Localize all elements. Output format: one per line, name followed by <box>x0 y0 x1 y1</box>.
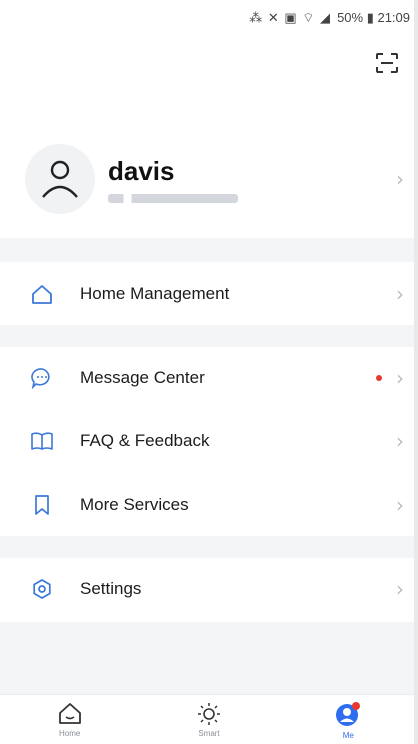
menu-label: Message Center <box>80 368 205 387</box>
account-id-blurred <box>108 193 238 203</box>
section-divider <box>0 325 418 347</box>
chevron-right-icon: › <box>396 366 404 390</box>
chat-bubble-icon <box>30 366 54 390</box>
home-icon <box>30 282 54 306</box>
menu-item-faq-feedback[interactable]: FAQ & Feedback › <box>0 410 418 472</box>
status-bar: ⁂ ✕ ▣ ⌔ ◢ 50% ▮ 21:09 <box>0 0 418 36</box>
sun-icon <box>197 703 220 725</box>
home-outline-icon <box>58 703 81 724</box>
section-divider <box>0 536 418 558</box>
tab-label: Smart <box>198 729 220 738</box>
notification-dot <box>376 375 382 381</box>
section-divider <box>0 238 418 262</box>
battery-time: 50% ▮ 21:09 <box>337 10 410 25</box>
tab-me[interactable]: Me <box>303 701 393 740</box>
profile-filled-icon <box>336 702 361 726</box>
menu-label: Home Management <box>80 284 230 303</box>
username: davis <box>108 155 175 186</box>
profile-card[interactable]: davis › <box>0 120 418 238</box>
menu-item-more-services[interactable]: More Services › <box>0 474 418 536</box>
scan-icon <box>376 53 398 73</box>
tab-home[interactable]: Home <box>25 701 115 738</box>
tab-label: Me <box>342 731 354 740</box>
chevron-right-icon: › <box>396 493 404 517</box>
book-icon <box>30 429 54 453</box>
tab-label: Home <box>58 729 81 738</box>
avatar <box>25 144 95 214</box>
menu-label: Settings <box>80 579 142 598</box>
menu-item-message-center[interactable]: Message Center › <box>0 347 418 409</box>
chevron-right-icon: › <box>396 167 404 191</box>
chevron-right-icon: › <box>396 429 404 453</box>
screen-edge <box>414 0 418 744</box>
user-icon <box>42 160 78 198</box>
bottom-tab-bar: Home Smart Me <box>0 694 418 744</box>
menu-item-home-management[interactable]: Home Management › <box>0 263 418 325</box>
chevron-right-icon: › <box>396 282 404 306</box>
settings-gear-icon <box>30 577 54 601</box>
empty-area <box>0 622 418 694</box>
menu-label: More Services <box>80 495 189 514</box>
tab-smart[interactable]: Smart <box>164 701 254 738</box>
chevron-right-icon: › <box>396 577 404 601</box>
status-icons: ⁂ ✕ ▣ ⌔ ◢ <box>249 10 332 25</box>
scan-button[interactable] <box>374 50 400 76</box>
menu-label: FAQ & Feedback <box>80 431 210 450</box>
bookmark-icon <box>30 493 54 517</box>
menu-item-settings[interactable]: Settings › <box>0 558 418 620</box>
